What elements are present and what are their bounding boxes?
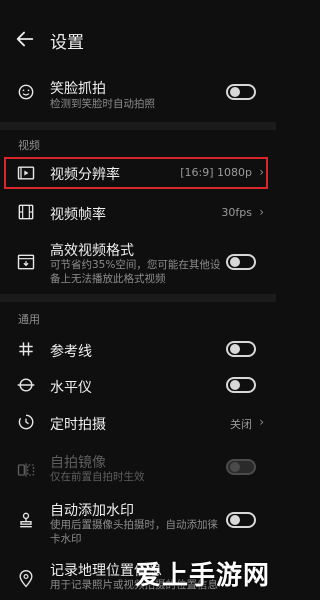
setting-level[interactable]: 水平仪 — [0, 374, 276, 398]
setting-label: 高效视频格式 — [50, 243, 134, 259]
header: 设置 — [0, 0, 276, 72]
selfie-mirror-toggle — [226, 459, 256, 475]
setting-description: 可节省约35%空间，您可能在其他设备上无法播放此格式视频 — [50, 259, 221, 285]
setting-label: 视频帧率 — [50, 207, 106, 223]
setting-timer[interactable]: 定时拍摄 关闭 › — [0, 410, 276, 436]
setting-description: 使用后置摄像头拍摄时，自动添加徕卡水印 — [50, 519, 218, 545]
hevc-icon — [16, 252, 36, 272]
setting-label: 笑脸抓拍 — [50, 81, 106, 97]
site-watermark: 爱上手游网 — [134, 561, 270, 591]
setting-auto-watermark[interactable]: 自动添加水印 使用后置摄像头拍摄时，自动添加徕卡水印 — [0, 500, 276, 548]
section-divider — [0, 294, 276, 302]
setting-efficient-video[interactable]: 高效视频格式 可节省约35%空间，您可能在其他设备上无法播放此格式视频 — [0, 240, 276, 288]
setting-value: [16:9] 1080p — [180, 166, 252, 179]
setting-value: 30fps — [221, 206, 252, 219]
setting-label: 自动添加水印 — [50, 503, 134, 519]
section-divider — [0, 122, 276, 130]
setting-label: 水平仪 — [50, 380, 92, 396]
setting-label: 视频分辨率 — [50, 167, 120, 183]
chevron-right-icon: › — [259, 165, 264, 179]
setting-grid[interactable]: 参考线 — [0, 338, 276, 362]
location-pin-icon — [16, 569, 36, 589]
chevron-right-icon: › — [259, 415, 264, 429]
setting-description: 仅在前置自拍时生效 — [50, 471, 145, 483]
level-icon — [16, 375, 36, 395]
back-arrow-icon[interactable] — [14, 28, 36, 50]
grid-icon — [16, 339, 36, 359]
grid-toggle[interactable] — [226, 341, 256, 357]
setting-smile-capture[interactable]: 笑脸抓拍 检测到笑脸时自动拍照 — [0, 78, 276, 116]
film-icon — [16, 202, 36, 222]
section-label-video: 视频 — [18, 139, 40, 152]
video-resolution-icon — [16, 163, 36, 183]
setting-selfie-mirror: 自拍镜像 仅在前置自拍时生效 — [0, 452, 276, 488]
page-title: 设置 — [50, 33, 84, 53]
efficient-video-toggle[interactable] — [226, 254, 256, 270]
setting-video-resolution[interactable]: 视频分辨率 [16:9] 1080p › — [0, 160, 276, 188]
level-toggle[interactable] — [226, 377, 256, 393]
smile-capture-toggle[interactable] — [226, 84, 256, 100]
setting-value: 关闭 — [230, 418, 252, 431]
section-label-general: 通用 — [18, 313, 40, 326]
setting-label: 参考线 — [50, 344, 92, 360]
timer-icon — [16, 412, 36, 432]
setting-description: 检测到笑脸时自动拍照 — [50, 98, 155, 110]
mirror-icon — [16, 460, 36, 480]
chevron-right-icon: › — [259, 205, 264, 219]
setting-label: 定时拍摄 — [50, 417, 106, 433]
smile-icon — [16, 82, 36, 102]
setting-video-framerate[interactable]: 视频帧率 30fps › — [0, 200, 276, 228]
setting-label: 自拍镜像 — [50, 455, 106, 471]
stamp-icon — [16, 510, 36, 530]
auto-watermark-toggle[interactable] — [226, 512, 256, 528]
